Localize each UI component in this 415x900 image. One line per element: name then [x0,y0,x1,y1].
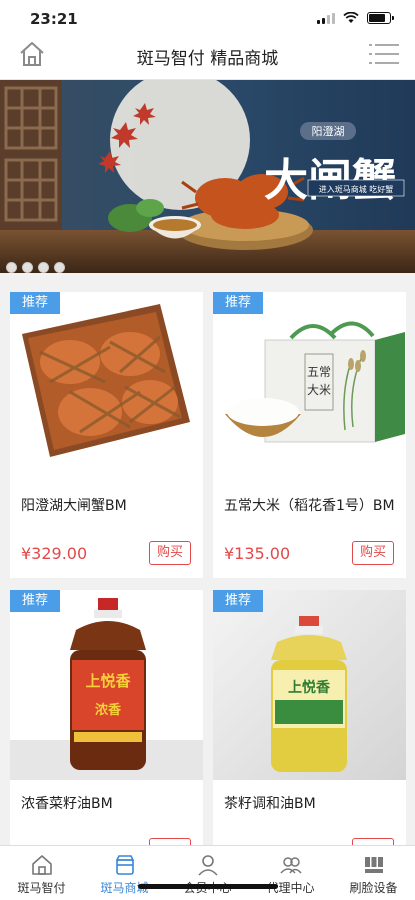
group-icon [279,857,302,874]
status-time: 23:21 [30,10,78,28]
recommend-badge: 推荐 [10,292,60,314]
signal-icon [317,12,335,24]
bottom-tab-bar: 斑马智付 斑马商城 会员中心 代理中心 刷脸设备 [0,845,415,900]
product-name[interactable]: 浓香菜籽油BM [21,794,193,814]
wifi-icon [343,12,359,23]
tab-label: 斑马智付 [17,881,66,895]
banner-dot[interactable] [22,262,33,273]
rice-box-text: 大米 [307,383,331,397]
rice-box-text: 五常 [307,365,331,379]
rice-image: 五常 大米 [213,292,406,482]
product-card[interactable]: 五常 大米 推荐 五常大米（稻花香1号）BM ¥135.00 购买 [213,292,406,578]
promo-banner[interactable]: 大闸蟹 阳澄湖 进入斑马商城 吃好蟹 [0,80,415,273]
bottle-brand: 上悦香 [288,679,331,696]
product-card[interactable]: 上悦香 推荐 茶籽调和油BM [213,590,406,848]
tab-zebra-pay[interactable]: 斑马智付 [0,846,83,900]
buy-button[interactable]: 购买 [149,541,191,565]
crab-image [10,292,203,482]
home-icon [31,855,52,875]
product-price: ¥329.00 [21,544,88,563]
banner-subtitle: 阳澄湖 [312,124,345,138]
tab-member-center[interactable]: 会员中心 [166,846,249,900]
product-name[interactable]: 茶籽调和油BM [224,794,396,814]
page-title: 斑马智付 精品商城 [136,49,279,69]
product-image[interactable]: 五常 大米 [213,292,406,482]
product-name[interactable]: 阳澄湖大闸蟹BM [21,496,193,516]
banner-pagination[interactable] [6,262,65,273]
banner-dot[interactable] [38,262,49,273]
user-icon [197,855,218,876]
tab-zebra-mall[interactable]: 斑马商城 [83,846,166,900]
bottle-brand: 上悦香 [85,672,130,690]
recommend-badge: 推荐 [213,292,263,314]
home-indicator [138,884,278,889]
device-icon [364,857,383,873]
product-price: ¥135.00 [224,544,291,563]
product-name[interactable]: 五常大米（稻花香1号）BM [224,496,396,516]
tab-face-device[interactable]: 刷脸设备 [332,846,415,900]
banner-tag: 进入斑马商城 吃好蟹 [319,184,394,194]
shop-icon [115,855,134,875]
menu-icon[interactable] [369,42,399,66]
recommend-badge: 推荐 [10,590,60,612]
product-image[interactable]: 上悦香 浓香 [10,590,203,780]
product-card[interactable]: 上悦香 浓香 推荐 浓香菜籽油BM [10,590,203,848]
app-header: 斑马智付 精品商城 [0,30,415,80]
banner-dot[interactable] [54,262,65,273]
teaseed-oil-image: 上悦香 [213,590,406,780]
status-icons [317,12,394,24]
status-bar: 23:21 [0,0,415,30]
product-image[interactable]: 上悦香 [213,590,406,780]
tab-label: 刷脸设备 [349,881,398,895]
bottle-sub: 浓香 [95,702,122,718]
buy-button[interactable]: 购买 [352,541,394,565]
banner-dot[interactable] [6,262,17,273]
product-image[interactable] [10,292,203,482]
rapeseed-oil-image: 上悦香 浓香 [10,590,203,780]
recommend-badge: 推荐 [213,590,263,612]
product-card[interactable]: 推荐 阳澄湖大闸蟹BM ¥329.00 购买 [10,292,203,578]
banner-illustration: 大闸蟹 阳澄湖 进入斑马商城 吃好蟹 [0,80,415,273]
battery-icon [367,12,394,24]
tab-agent-center[interactable]: 代理中心 [249,846,332,900]
